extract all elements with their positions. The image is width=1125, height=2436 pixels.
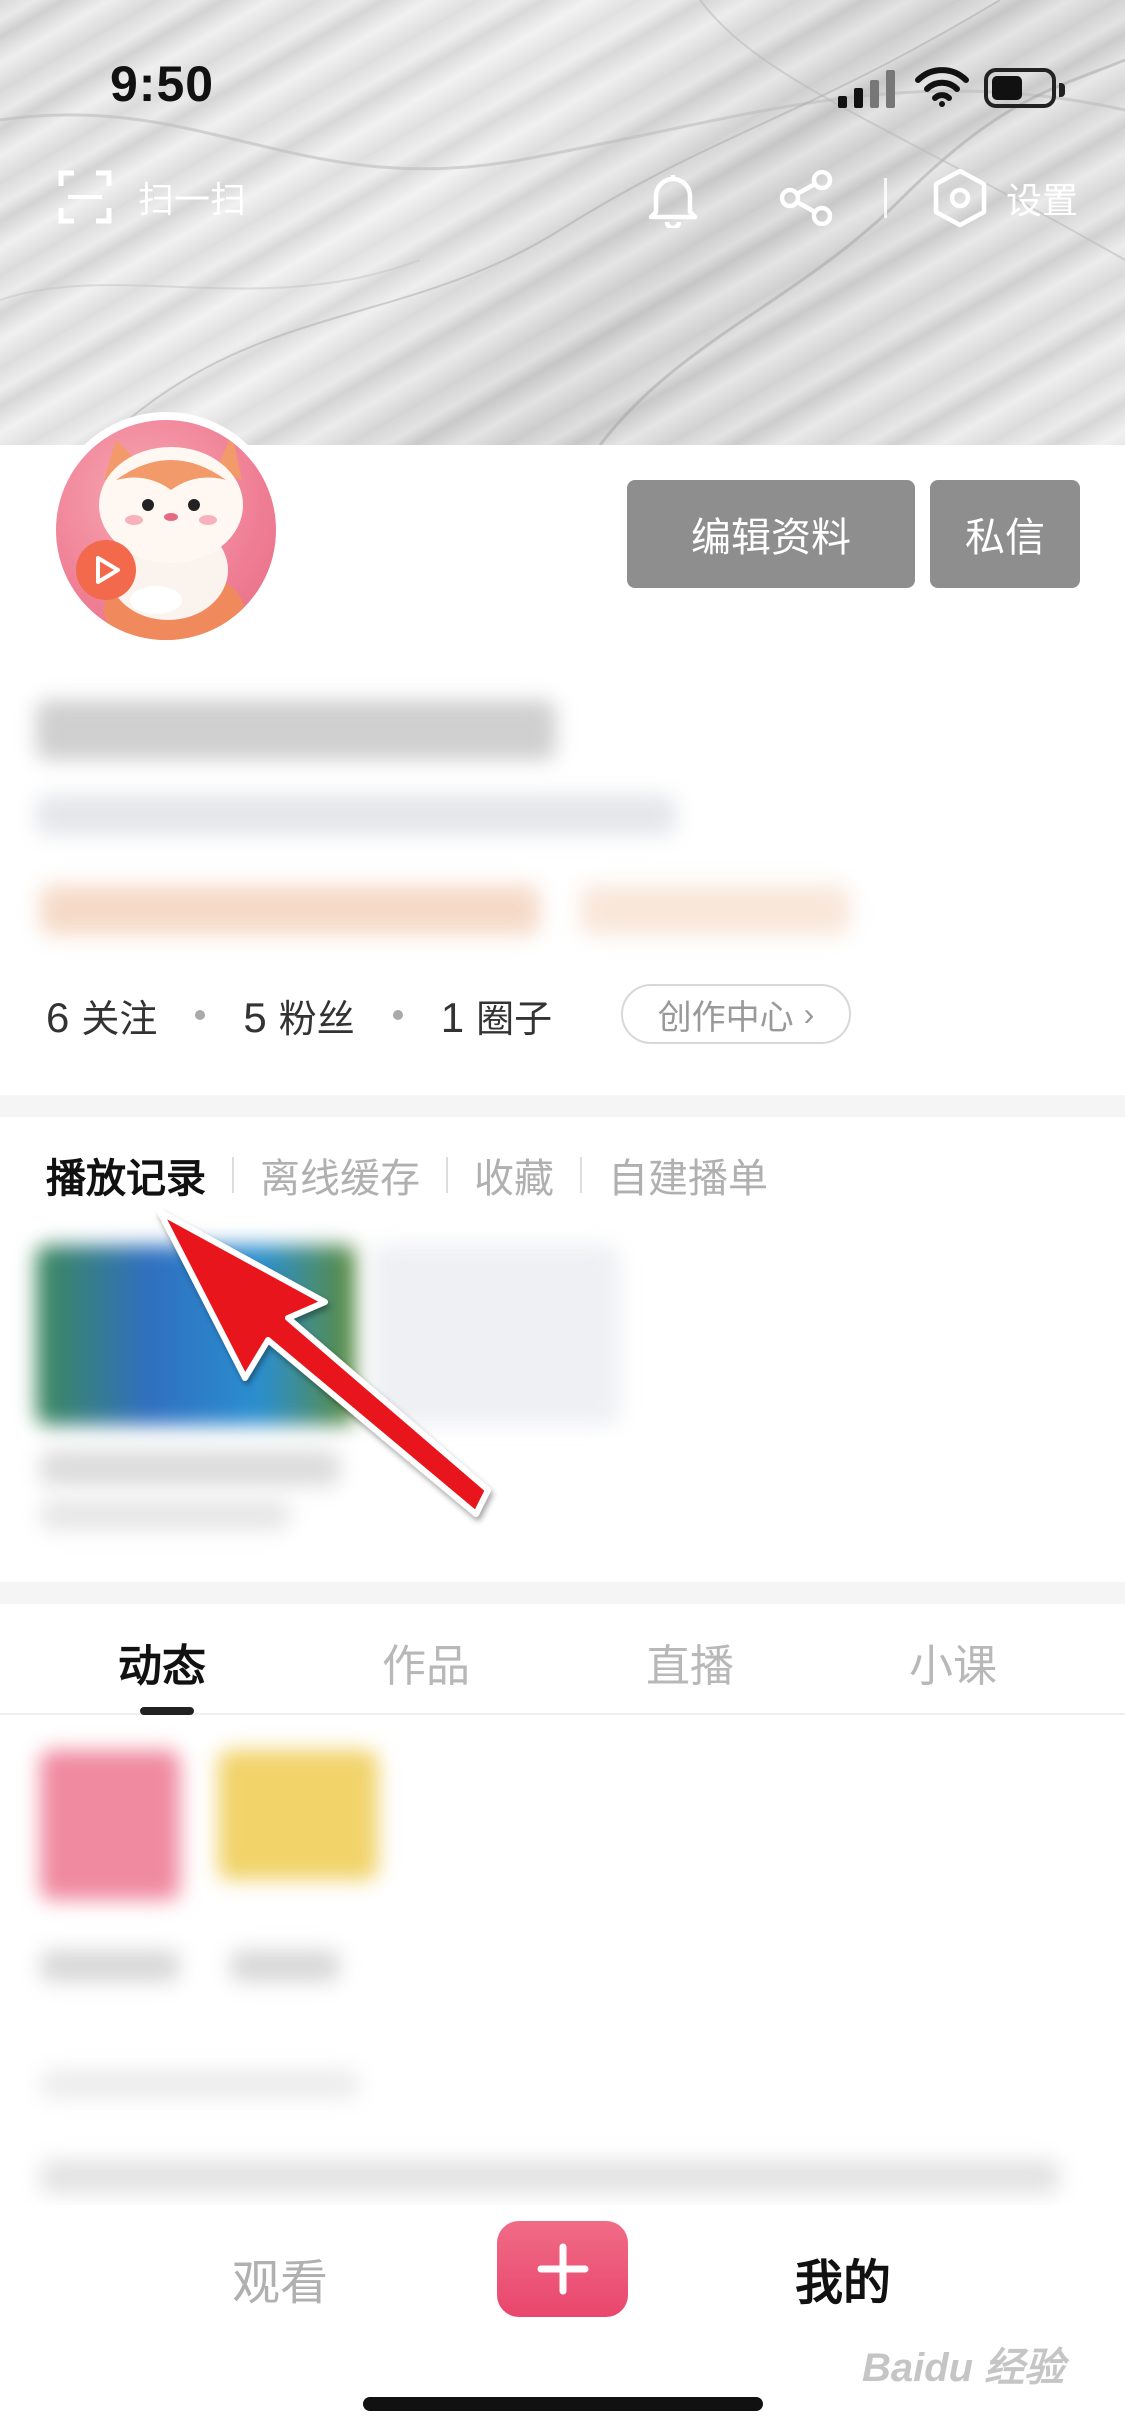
create-post-button[interactable] [497, 2221, 628, 2317]
following-stat[interactable]: 6 关注 [46, 988, 157, 1043]
blurred-badge-2 [580, 885, 850, 935]
status-time: 9:50 [110, 56, 215, 112]
section-gap [0, 1095, 1125, 1117]
scan-button[interactable]: 扫一扫 [58, 170, 246, 224]
tab-separator [232, 1157, 234, 1193]
blurred-username [36, 700, 556, 760]
creator-center-label: 创作中心 [657, 998, 794, 1037]
tab-favorites[interactable]: 收藏 [474, 1146, 554, 1204]
scan-icon [58, 170, 112, 224]
nav-mine[interactable]: 我的 [795, 2243, 891, 2313]
feed-caption-1 [40, 1950, 180, 1982]
share-icon[interactable] [778, 170, 834, 226]
tab-separator [580, 1157, 582, 1193]
history-tabs: 播放记录 离线缓存 收藏 自建播单 [46, 1145, 768, 1205]
top-nav: 扫一扫 设置 [0, 160, 1125, 240]
tab-mini-course[interactable]: 小课 [909, 1630, 997, 1694]
scan-label: 扫一扫 [138, 179, 247, 220]
content-tabs: 动态 作品 直播 小课 [0, 1610, 1125, 1715]
tab-play-history[interactable]: 播放记录 [46, 1146, 206, 1204]
feed-thumbnail-1[interactable] [40, 1750, 180, 1900]
section-gap [0, 1582, 1125, 1604]
tab-custom-playlist[interactable]: 自建播单 [608, 1146, 768, 1204]
stat-separator [195, 1010, 206, 1020]
history-item-subtitle [40, 1500, 290, 1530]
history-item-title [40, 1450, 340, 1486]
circles-stat[interactable]: 1 圈子 [441, 988, 552, 1043]
feed-text-2 [40, 2160, 1060, 2194]
chevron-right-icon: › [803, 995, 815, 1032]
history-item-thumbnail[interactable] [36, 1245, 356, 1425]
tab-offline-cache[interactable]: 离线缓存 [260, 1146, 420, 1204]
profile-stats: 6 关注 5 粉丝 1 圈子 [46, 985, 552, 1045]
fans-stat[interactable]: 5 粉丝 [243, 988, 354, 1043]
wifi-icon [915, 67, 969, 107]
status-bar: 9:50 [0, 0, 1125, 150]
settings-label: 设置 [1006, 180, 1079, 221]
blurred-badge-1 [40, 885, 540, 935]
battery-icon [984, 68, 1065, 108]
fox-mascot-image [76, 434, 244, 640]
notification-bell-icon[interactable] [646, 170, 700, 228]
profile-cover[interactable]: 9:50 扫一扫 设置 [0, 0, 1125, 445]
creator-center-button[interactable]: 创作中心 › [621, 984, 851, 1044]
blurred-bio [36, 795, 676, 835]
avatar[interactable] [48, 412, 284, 648]
feed-caption-2 [230, 1950, 340, 1982]
message-button[interactable]: 私信 [930, 480, 1080, 588]
cellular-signal-icon [838, 70, 895, 108]
edit-profile-button[interactable]: 编辑资料 [627, 480, 915, 588]
tab-live[interactable]: 直播 [646, 1630, 734, 1694]
history-item-thumbnail-2[interactable] [370, 1245, 620, 1425]
active-tab-indicator [140, 1707, 194, 1715]
nav-divider [884, 178, 887, 218]
plus-icon [537, 2243, 588, 2295]
nav-watch[interactable]: 观看 [232, 2243, 328, 2313]
settings-button[interactable]: 设置 [932, 168, 1078, 228]
home-indicator [363, 2397, 763, 2411]
bottom-nav: 观看 我的 Baidu 经验 [0, 2205, 1125, 2436]
baidu-watermark: Baidu 经验 [862, 2346, 1065, 2390]
tab-separator [446, 1157, 448, 1193]
settings-icon [933, 168, 987, 228]
stat-separator [392, 1010, 403, 1020]
feed-text-1 [40, 2070, 360, 2098]
tab-works[interactable]: 作品 [382, 1630, 470, 1694]
feed-thumbnail-2[interactable] [218, 1750, 378, 1880]
tab-feed[interactable]: 动态 [118, 1630, 206, 1694]
